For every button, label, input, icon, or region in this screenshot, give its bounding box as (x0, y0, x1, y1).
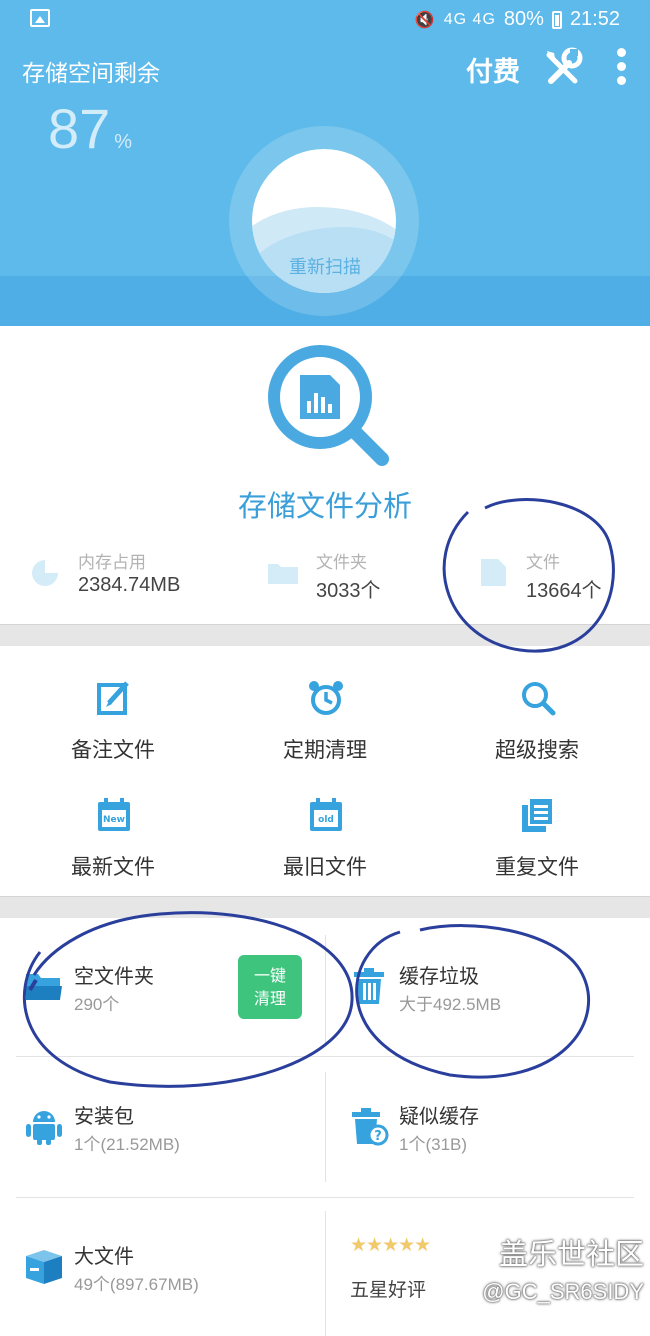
svg-text:New: New (103, 815, 125, 825)
svg-text:old: old (318, 815, 334, 825)
card-subtitle: 1个(21.52MB) (74, 1135, 180, 1154)
stat-label: 文件夹 (316, 553, 367, 573)
more-options-icon[interactable] (610, 48, 632, 88)
folder-icon (268, 564, 298, 584)
five-star-icon[interactable]: ★★★★★ (350, 1234, 431, 1256)
signal-icon: 4G 4G (443, 10, 496, 28)
five-star-rating-label[interactable]: 五星好评 (350, 1275, 426, 1302)
box-icon (26, 1250, 62, 1284)
folder-icon (26, 974, 62, 1000)
tool-newest-files[interactable]: New 最新文件 (5, 796, 221, 906)
stat-value: 13664个 (526, 580, 602, 602)
card-title: 疑似缓存 (399, 1104, 479, 1128)
file-icon (481, 559, 506, 586)
card-subtitle: 290个 (74, 995, 120, 1014)
one-click-clean-label: 一键清理 (253, 966, 286, 1008)
card-title: 缓存垃圾 (399, 964, 479, 988)
gallery-notification-icon (30, 9, 50, 27)
calendar-new-icon: New (98, 798, 130, 831)
card-cache-junk[interactable]: 缓存垃圾 大于492.5MB (349, 964, 629, 1066)
edit-note-icon (97, 681, 129, 715)
stat-value: 3033个 (316, 580, 381, 602)
tool-label: 超级搜索 (495, 738, 579, 762)
stat-value: 2384.74MB (78, 574, 181, 596)
watermark-line1: 盖乐世社区 (498, 1237, 644, 1271)
card-divider (325, 935, 326, 1045)
section-divider (0, 896, 650, 918)
tool-label: 重复文件 (495, 855, 579, 879)
tool-oldest-files[interactable]: old 最旧文件 (217, 796, 433, 906)
trash-icon (354, 968, 384, 1004)
status-right: 🔇 4G 4G 80% 21:52 (415, 8, 620, 31)
card-suspect-cache[interactable]: ? 疑似缓存 1个(31B) (349, 1104, 629, 1206)
card-big-files[interactable]: 大文件 49个(897.67MB) (24, 1244, 314, 1336)
mute-icon: 🔇 (414, 11, 436, 29)
section-divider (0, 624, 650, 646)
remaining-percent: 87% (48, 97, 133, 160)
tools-icon[interactable] (543, 47, 583, 87)
tool-label: 备注文件 (71, 738, 155, 762)
pay-button[interactable]: 付费 (466, 50, 520, 89)
alarm-clock-icon (309, 681, 343, 715)
status-bar: 🔇 4G 4G 80% 21:52 (0, 0, 650, 40)
duplicate-files-icon (522, 797, 554, 832)
card-divider (325, 1211, 326, 1336)
card-title: 空文件夹 (74, 964, 154, 988)
card-title: 安装包 (74, 1104, 134, 1128)
one-click-clean-button[interactable]: 一键清理 (238, 955, 302, 1019)
watermark: 盖乐世社区 @GC_SR6SIDY (444, 1231, 644, 1305)
storage-analysis-icon[interactable] (264, 343, 394, 473)
battery-icon (551, 10, 562, 29)
tool-label: 定期清理 (283, 738, 367, 762)
card-subtitle: 49个(897.67MB) (74, 1275, 199, 1294)
calendar-old-icon: old (310, 798, 342, 831)
tool-super-search[interactable]: 超级搜索 (429, 679, 645, 789)
search-icon (522, 682, 556, 716)
pie-chart-icon (32, 560, 58, 586)
tool-duplicate-files[interactable]: 重复文件 (429, 796, 645, 906)
battery-percent: 80% (503, 8, 544, 30)
trash-question-icon: ? (352, 1108, 389, 1146)
stat-label: 文件 (526, 553, 560, 573)
tool-label: 最旧文件 (283, 855, 367, 879)
rescan-button[interactable]: 重新扫描 (270, 253, 380, 279)
watermark-line2: @GC_SR6SIDY (482, 1279, 644, 1304)
stat-label: 内存占用 (78, 553, 146, 573)
card-subtitle: 大于492.5MB (399, 995, 502, 1014)
svg-text:?: ? (374, 1129, 382, 1144)
android-icon (26, 1111, 62, 1145)
tool-note-files[interactable]: 备注文件 (5, 679, 221, 789)
card-apk[interactable]: 安装包 1个(21.52MB) (24, 1104, 314, 1206)
card-subtitle: 1个(31B) (399, 1135, 468, 1154)
storage-remaining-title: 存储空间剩余 (22, 61, 160, 87)
card-divider (325, 1072, 326, 1182)
card-title: 大文件 (74, 1244, 134, 1268)
tool-scheduled-clean[interactable]: 定期清理 (217, 679, 433, 789)
clock: 21:52 (569, 8, 620, 30)
analysis-title[interactable]: 存储文件分析 (0, 483, 650, 525)
tool-label: 最新文件 (71, 855, 155, 879)
